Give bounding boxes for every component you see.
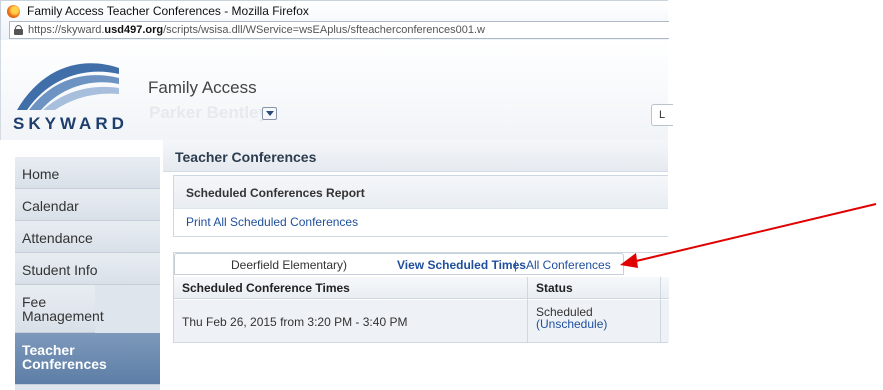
column-header-times: Scheduled Conference Times xyxy=(182,281,350,295)
column-header-status: Status xyxy=(536,281,573,295)
sidebar-item-calendar[interactable]: Calendar xyxy=(15,189,160,221)
address-bar[interactable]: https://skyward.usd497.org/scripts/wsisa… xyxy=(9,21,669,39)
sidebar-item-home[interactable]: Home xyxy=(15,157,160,189)
conference-time: Thu Feb 26, 2015 from 3:20 PM - 3:40 PM xyxy=(182,315,408,329)
all-conferences-link[interactable]: All Conferences xyxy=(526,258,611,272)
column-divider xyxy=(527,277,528,343)
sidebar-item-teacher-conferences[interactable]: Teacher Conferences xyxy=(15,333,160,385)
conference-times-panel: Deerfield Elementary) View Scheduled Tim… xyxy=(173,252,669,343)
sidebar-item-attendance[interactable]: Attendance xyxy=(15,221,160,253)
url-text[interactable]: https://skyward.usd497.org/scripts/wsisa… xyxy=(28,24,485,36)
view-scheduled-times-link[interactable]: View Scheduled Times xyxy=(397,258,526,272)
school-name: Deerfield Elementary) xyxy=(231,258,348,272)
table-header: Scheduled Conference Times Status xyxy=(174,277,669,299)
logo-text: SKYWARD xyxy=(13,114,128,133)
column-divider xyxy=(660,277,661,343)
conference-status: Scheduled (Unschedule) xyxy=(536,306,607,330)
window-title: Family Access Teacher Conferences - Mozi… xyxy=(27,4,309,18)
sidebar-nav: Home Calendar Attendance Student Info Fe… xyxy=(15,157,160,390)
sidebar-item-student-info[interactable]: Student Info xyxy=(15,253,160,285)
tab-separator: | xyxy=(514,258,518,272)
student-dropdown-button[interactable] xyxy=(262,107,277,120)
table-row: Thu Feb 26, 2015 from 3:20 PM - 3:40 PM … xyxy=(174,300,669,342)
print-all-link[interactable]: Print All Scheduled Conferences xyxy=(186,215,358,229)
page-title: Teacher Conferences xyxy=(175,149,317,165)
lock-icon xyxy=(14,25,23,35)
sidebar-item-fee-management[interactable]: Fee Management xyxy=(15,285,104,333)
annotation-arrow-icon xyxy=(620,203,877,268)
conference-tabs: Deerfield Elementary) View Scheduled Tim… xyxy=(174,253,624,275)
skyward-logo: SKYWARD xyxy=(13,58,124,136)
header-button-stub[interactable]: L xyxy=(651,104,673,126)
browser-titlebar: Family Access Teacher Conferences - Mozi… xyxy=(0,0,669,40)
unschedule-link[interactable]: (Unschedule) xyxy=(536,318,607,330)
student-name: Parker Bentley xyxy=(149,103,269,122)
scheduled-report-panel: Scheduled Conferences Report Print All S… xyxy=(173,175,668,237)
report-heading: Scheduled Conferences Report xyxy=(174,176,668,209)
page-title-bar: Teacher Conferences xyxy=(163,140,668,172)
app-title: Family Access xyxy=(148,78,257,97)
page-header: SKYWARD Family Access Parker Bentley L xyxy=(0,40,673,140)
firefox-icon xyxy=(7,5,20,18)
